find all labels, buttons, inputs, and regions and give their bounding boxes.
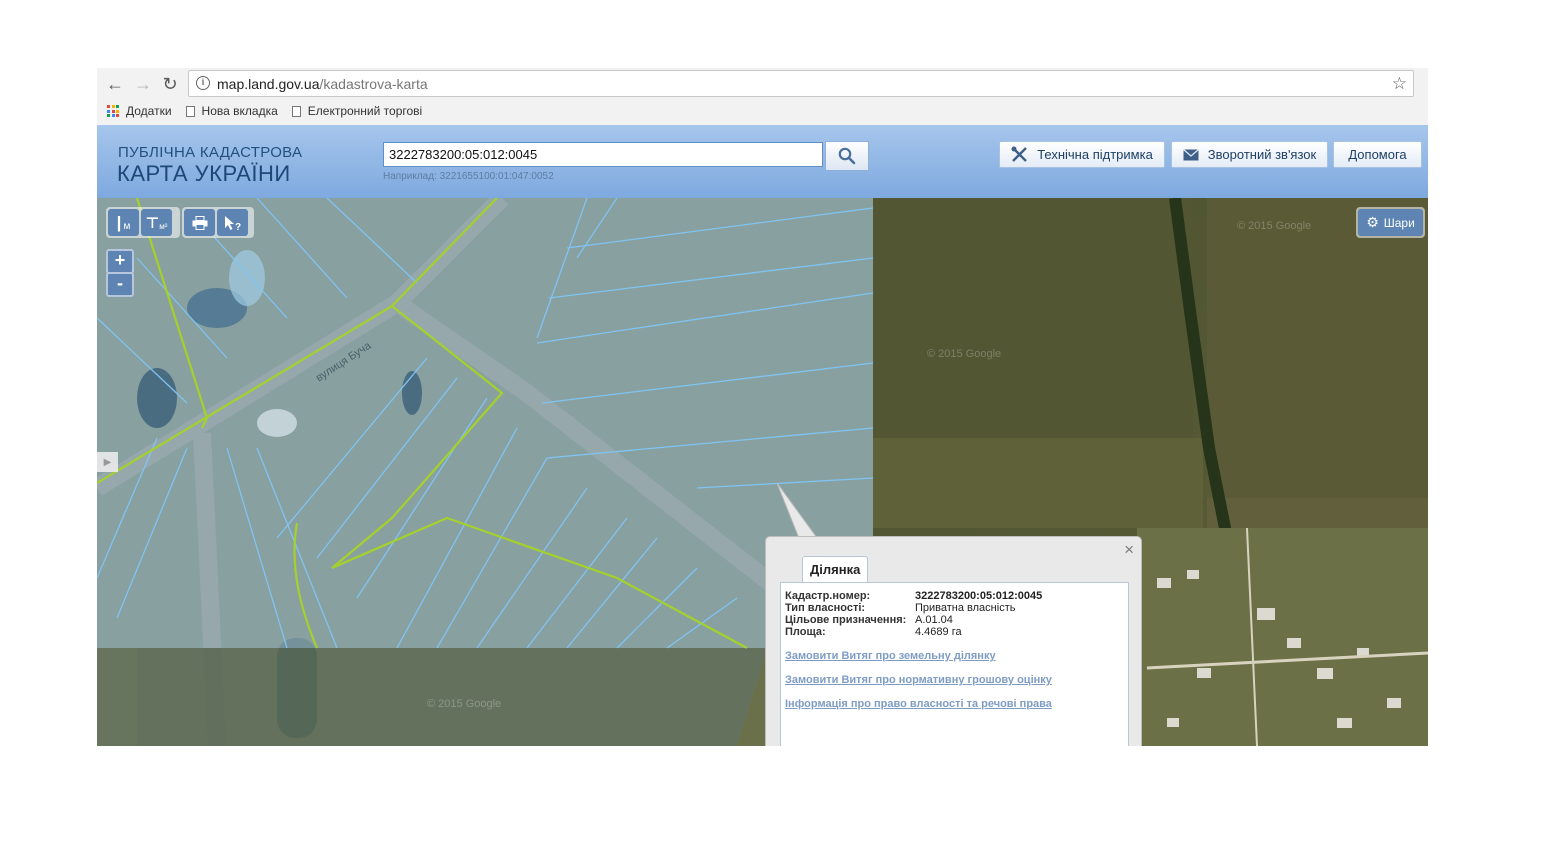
help-button[interactable]: Допомога <box>1333 141 1422 168</box>
back-icon[interactable]: ← <box>103 72 127 96</box>
pointer-question-icon: ? <box>224 215 241 231</box>
ownership-info-link[interactable]: Інформація про право власності та речові… <box>785 698 1052 710</box>
logo-title[interactable]: КАРТА УКРАЇНИ <box>117 161 291 187</box>
help-label: Допомога <box>1348 147 1407 162</box>
field-label: Площа: <box>785 626 826 638</box>
field-value: 4.4689 га <box>915 626 962 638</box>
parcel-info-popup: × Ділянка Кадастр.номер: 3222783200:05:0… <box>765 536 1142 746</box>
field-value: A.01.04 <box>915 614 953 626</box>
forward-icon[interactable]: → <box>131 72 155 96</box>
field-value: Приватна власність <box>915 602 1016 614</box>
field-label: Цільове призначення: <box>785 614 907 626</box>
field-label: Кадастр.номер: <box>785 590 871 602</box>
area-unit: м² <box>159 222 168 231</box>
gear-icon: ⚙ <box>1366 214 1379 230</box>
measure-area-button[interactable]: ⊤ м² <box>141 209 172 236</box>
cadastral-map[interactable]: © 2015 Google © 2015 Google © 2015 Googl… <box>97 198 1428 746</box>
zoom-in-button[interactable]: + <box>106 249 134 274</box>
map-watermark: © 2015 Google <box>427 698 502 710</box>
zoom-out-button[interactable]: - <box>106 272 134 297</box>
logo-subtitle[interactable]: ПУБЛІЧНА КАДАСТРОВА <box>118 144 302 161</box>
bookmark-label: Електронний торгові <box>307 104 423 118</box>
bookmark-electronic-trade[interactable]: Електронний торгові <box>291 104 423 118</box>
print-button[interactable] <box>184 209 215 236</box>
close-icon[interactable]: × <box>1124 540 1134 560</box>
page-icon <box>291 105 301 117</box>
bookmark-label: Додатки <box>126 104 172 118</box>
printer-icon <box>192 215 207 230</box>
layers-button[interactable]: ⚙ Шари <box>1356 207 1425 238</box>
measure-toolbar: | м ⊤ м² <box>106 207 180 238</box>
tools-icon <box>1011 146 1028 162</box>
cadastral-search-input[interactable] <box>383 142 823 167</box>
search-button[interactable] <box>825 141 869 171</box>
site-header: ПУБЛІЧНА КАДАСТРОВА КАРТА УКРАЇНИ Наприк… <box>97 125 1428 199</box>
site-info-icon[interactable]: i <box>196 76 210 90</box>
bookmark-label: Нова вкладка <box>201 104 278 118</box>
search-icon <box>838 147 856 165</box>
bookmark-star-icon[interactable]: ☆ <box>1392 74 1407 94</box>
order-parcel-extract-link[interactable]: Замовити Витяг про земельну ділянку <box>785 650 996 662</box>
bookmark-new-tab[interactable]: Нова вкладка <box>185 104 278 118</box>
layers-label: Шари <box>1383 215 1415 230</box>
browser-toolbar: ← → ↻ i map.land.gov.ua/kadastrova-karta… <box>97 68 1428 126</box>
apps-icon <box>107 105 119 117</box>
actions-toolbar: ? <box>182 207 254 238</box>
map-watermark: © 2015 Google <box>1237 220 1312 232</box>
popup-pointer <box>777 483 818 539</box>
field-label: Тип власності: <box>785 602 866 614</box>
identify-button[interactable]: ? <box>217 209 248 236</box>
page-icon <box>185 105 195 117</box>
side-panel-toggle[interactable]: ▶ <box>97 452 118 472</box>
popup-content: Кадастр.номер: 3222783200:05:012:0045 Ти… <box>780 582 1129 746</box>
bookmark-apps[interactable]: Додатки <box>107 104 172 118</box>
reload-icon[interactable]: ↻ <box>158 72 182 96</box>
distance-unit: м <box>123 221 131 232</box>
order-valuation-extract-link[interactable]: Замовити Витяг про нормативну грошову оц… <box>785 674 1052 686</box>
support-button[interactable]: Технічна підтримка <box>999 141 1165 168</box>
svg-text:?: ? <box>235 222 241 231</box>
support-label: Технічна підтримка <box>1037 147 1153 162</box>
map-watermark: © 2015 Google <box>927 348 1002 360</box>
feedback-button[interactable]: Зворотний зв'язок <box>1171 141 1328 168</box>
tab-parcel[interactable]: Ділянка <box>802 556 869 584</box>
envelope-icon <box>1182 148 1199 160</box>
bookmarks-bar: Додатки Нова вкладка Електронний торгові <box>107 102 436 120</box>
search-hint: Наприклад: 3221655100:01:047:0052 <box>383 171 554 182</box>
feedback-label: Зворотний зв'язок <box>1207 147 1317 162</box>
url-text: map.land.gov.ua/kadastrova-karta <box>217 76 428 92</box>
address-bar[interactable]: i map.land.gov.ua/kadastrova-karta ☆ <box>188 70 1414 97</box>
measure-distance-button[interactable]: | м <box>108 209 139 236</box>
satellite-imagery <box>97 198 1428 746</box>
field-value: 3222783200:05:012:0045 <box>915 590 1043 602</box>
